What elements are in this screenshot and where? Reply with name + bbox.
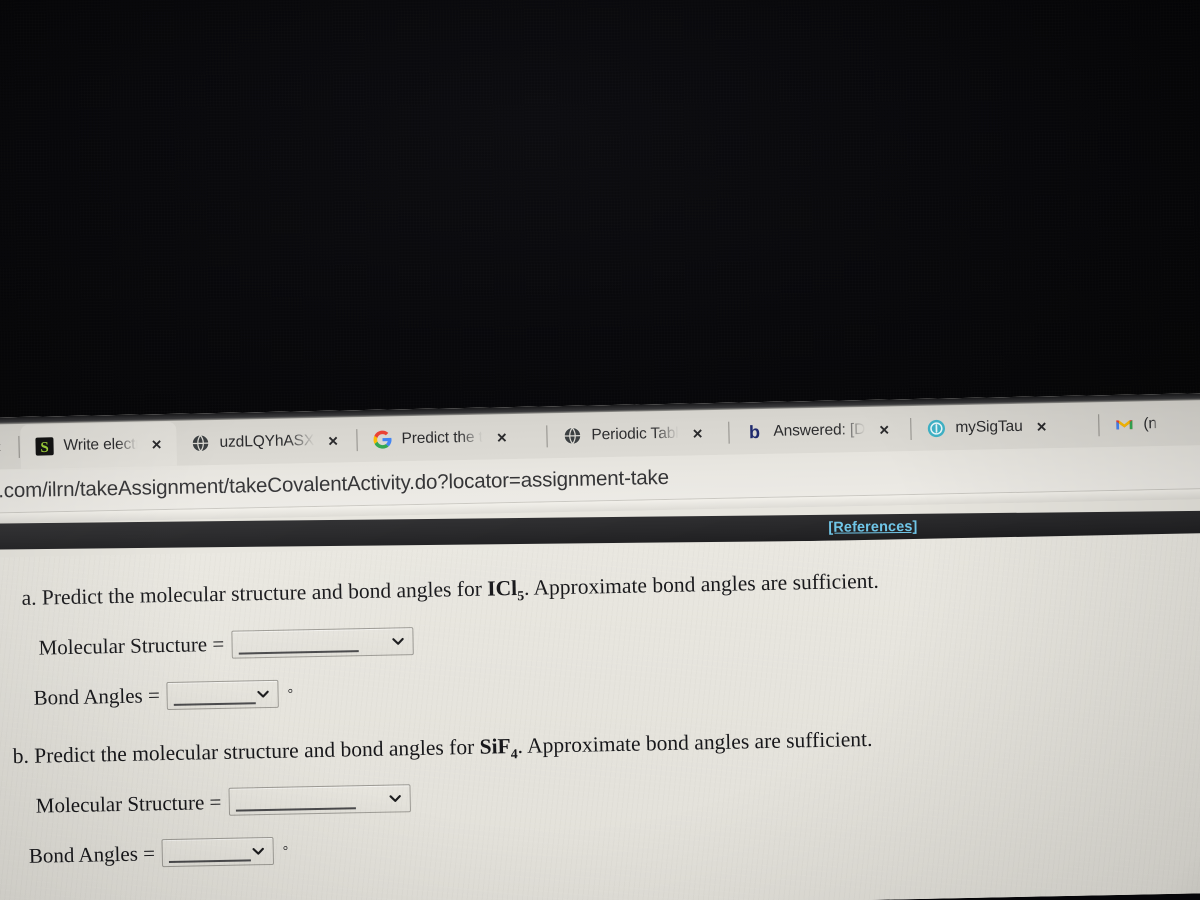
bond-angles-label: Bond Angles = <box>28 840 156 868</box>
tab-title: Answered: [D <box>773 420 866 440</box>
bond-angles-row-b: Bond Angles = ° <box>15 817 1200 870</box>
question-marker: a. <box>21 585 37 610</box>
question-prompt: a. Predict the molecular structure and b… <box>21 560 1200 614</box>
tab-close-icon[interactable]: × <box>874 420 894 439</box>
tab-close-icon[interactable]: × <box>492 428 512 447</box>
degree-unit: ° <box>287 684 294 701</box>
browser-tab[interactable]: b Answered: [D × <box>730 407 913 455</box>
browser-tab[interactable]: (n <box>1100 402 1171 447</box>
question-prompt: b. Predict the molecular structure and b… <box>13 718 1200 772</box>
select-blank-line <box>235 807 356 812</box>
tab-title: mySigTau <box>955 417 1023 437</box>
select-blank-line <box>238 650 359 655</box>
molecular-structure-label: Molecular Structure = <box>35 789 222 818</box>
question-text-after: . Approximate bond angles are sufficient… <box>523 568 879 600</box>
svg-text:S: S <box>40 440 49 456</box>
screen-photo: ni × S Write electro × uzdLQYhASX <box>0 0 1200 900</box>
browser-tab-active[interactable]: S Write electro × <box>20 421 178 469</box>
chemical-formula: ICl5 <box>486 575 524 603</box>
question-text-before: Predict the molecular structure and bond… <box>34 734 475 768</box>
chemical-formula: SiF4 <box>479 733 517 761</box>
tab-close-icon[interactable]: × <box>146 435 166 454</box>
molecular-structure-label: Molecular Structure = <box>38 631 225 660</box>
browser-window: ni × S Write electro × uzdLQYhASX <box>0 392 1200 900</box>
tab-title: Write electro <box>63 435 138 455</box>
browser-tab[interactable]: Predict the t × <box>358 414 549 462</box>
address-bar-url: ow.com/ilrn/takeAssignment/takeCovalentA… <box>0 465 670 503</box>
browser-tab[interactable]: Periodic Tabl × <box>548 411 731 459</box>
tab-title: Predict the t <box>401 428 484 448</box>
tab-title: Periodic Tabl <box>591 424 679 444</box>
question-text-before: Predict the molecular structure and bond… <box>41 576 483 610</box>
globe-dark-icon <box>191 434 210 453</box>
bartleby-b-icon: b <box>749 422 760 442</box>
browser-tab[interactable]: mySigTau × <box>912 403 1101 451</box>
globe-dark-icon <box>563 426 582 445</box>
tab-close-icon[interactable]: × <box>323 431 343 450</box>
tab-close-icon[interactable]: × <box>0 438 6 457</box>
mysigtau-badge-icon <box>927 419 946 438</box>
select-blank-line <box>173 702 256 706</box>
question-text-after: . Approximate bond angles are sufficient… <box>517 726 873 758</box>
molecular-structure-row-a: Molecular Structure = <box>22 610 1200 663</box>
tab-title: (n <box>1143 415 1158 433</box>
question-marker: b. <box>12 743 30 768</box>
page-content: [References] a. Predict the molecular st… <box>0 498 1200 900</box>
gmail-m-icon <box>1116 420 1133 430</box>
references-link[interactable]: [References] <box>828 519 917 536</box>
assignment-body: a. Predict the molecular structure and b… <box>0 532 1200 900</box>
question-block-b: b. Predict the molecular structure and b… <box>0 718 1200 871</box>
dark-screen-area <box>0 0 1200 461</box>
molecular-structure-row-b: Molecular Structure = <box>14 767 1200 820</box>
bond-angles-select-a[interactable] <box>166 679 280 710</box>
tab-close-icon[interactable]: × <box>687 424 707 443</box>
google-g-icon <box>373 430 392 449</box>
chevron-down-icon <box>391 637 404 645</box>
slader-s-icon: S <box>35 437 54 456</box>
tab-close-icon[interactable]: × <box>1031 417 1051 436</box>
molecular-structure-select-a[interactable] <box>230 626 414 659</box>
formula-symbol: SiF <box>479 733 511 759</box>
bond-angles-row-a: Bond Angles = ° <box>23 660 1200 713</box>
degree-unit: ° <box>282 842 289 858</box>
bond-angles-label: Bond Angles = <box>33 683 161 710</box>
question-block-a: a. Predict the molecular structure and b… <box>0 560 1200 713</box>
bond-angles-select-b[interactable] <box>161 836 275 868</box>
chevron-down-icon <box>252 847 265 855</box>
formula-symbol: ICl <box>486 575 518 601</box>
chevron-down-icon <box>257 690 269 698</box>
tab-title: uzdLQYhASX <box>219 432 315 451</box>
select-blank-line <box>169 859 252 864</box>
svg-text:b: b <box>749 422 760 442</box>
molecular-structure-select-b[interactable] <box>228 784 411 816</box>
chevron-down-icon <box>389 795 401 802</box>
browser-tab[interactable]: uzdLQYhASX × <box>176 418 359 466</box>
